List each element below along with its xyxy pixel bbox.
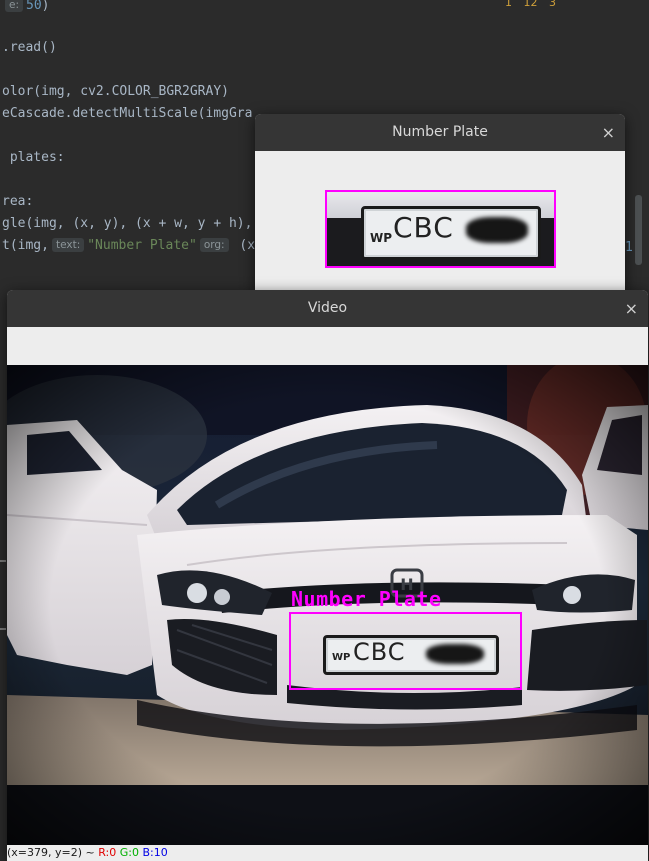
code-number: 50	[26, 0, 42, 13]
video-window-titlebar[interactable]: Video ×	[7, 290, 648, 327]
param-hint: e:	[5, 0, 23, 12]
plate-crop-image: WP CBC	[325, 190, 556, 268]
plate-letters: CBC	[393, 211, 454, 244]
cursor-coords: (x=379, y=2) ~	[7, 846, 95, 859]
inspection-widget[interactable]: 1 12 3	[505, 0, 564, 9]
redacted-digits	[466, 217, 528, 243]
code-line-1: e: 50)	[2, 0, 49, 14]
plate-prefix: WP	[370, 231, 393, 245]
weak-warning-count: 12	[523, 0, 538, 9]
pixel-red: R:0	[98, 846, 117, 859]
param-hint-text: text:	[51, 238, 85, 252]
param-hint-org: org:	[199, 238, 229, 252]
code-line-2: .read()	[2, 40, 57, 55]
code-string: "Number Plate"	[87, 238, 197, 253]
pixel-green: G:0	[119, 846, 139, 859]
gutter-marker	[0, 628, 6, 630]
code-line-7: gle(img, (x, y), (x + w, y + h),	[2, 216, 253, 231]
license-plate: WP CBC	[361, 206, 541, 260]
video-window-close-button[interactable]: ×	[625, 290, 638, 327]
video-window-title: Video	[307, 300, 348, 316]
code-line-5: plates:	[2, 150, 65, 165]
code-text: (x	[231, 238, 256, 253]
typo-count: 3	[549, 0, 556, 9]
status-bar: (x=379, y=2) ~ R:0 G:0 B:10	[7, 845, 648, 861]
code-text: t(img,	[2, 238, 49, 253]
code-line-4: eCascade.detectMultiScale(imgGra	[2, 106, 253, 121]
detection-box	[289, 612, 522, 690]
pixel-blue: B:10	[142, 846, 168, 859]
plate-window-close-button[interactable]: ×	[602, 114, 615, 151]
video-toolbar	[7, 327, 648, 365]
code-line-3: olor(img, cv2.COLOR_BGR2GRAY)	[2, 84, 229, 99]
plate-window-title: Number Plate	[392, 124, 488, 140]
plate-window-titlebar[interactable]: Number Plate ×	[255, 114, 625, 151]
editor-scrollbar[interactable]	[635, 195, 642, 265]
code-text: )	[41, 0, 50, 13]
number-plate-window[interactable]: Number Plate × WP CBC	[255, 114, 625, 294]
warning-count: 1	[505, 0, 512, 9]
detection-label: Number Plate	[291, 587, 442, 611]
code-line-6: rea:	[2, 194, 34, 209]
video-frame[interactable]: H WP CBC Number Plate	[7, 365, 648, 845]
video-window[interactable]: Video × WP CBC Number Plate (x=379, y=2)…	[7, 290, 648, 861]
code-line-8: t(img, text: "Number Plate" org: (x	[2, 238, 255, 254]
gutter-marker	[0, 560, 6, 562]
